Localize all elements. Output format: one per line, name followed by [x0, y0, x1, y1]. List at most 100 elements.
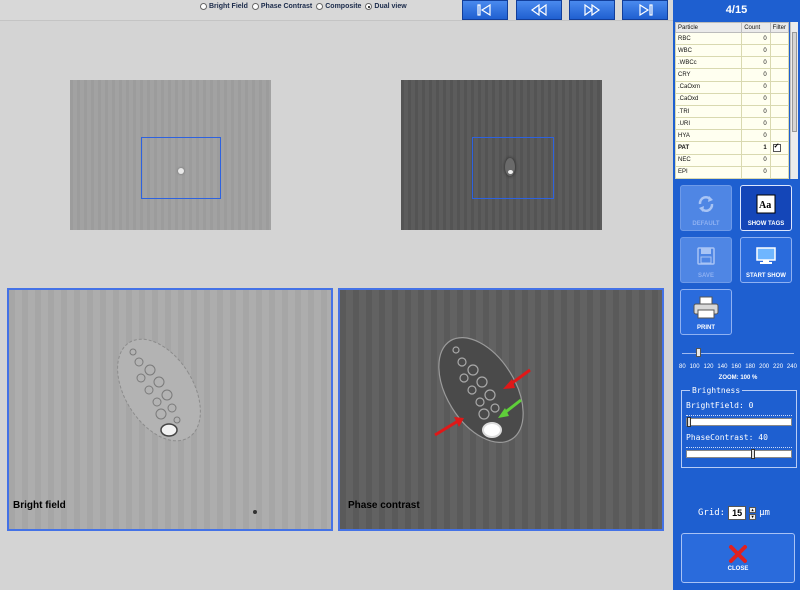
- next-icon: [584, 4, 601, 16]
- stepper-up-icon[interactable]: ▲: [749, 506, 757, 513]
- zoom-slider[interactable]: 80 100 120 140 160 180 200 220 240 ZOOM: 100 %: [679, 346, 797, 386]
- particle-row[interactable]: PAT 1: [674, 141, 790, 155]
- particle-name: .CaOxd: [674, 92, 743, 106]
- brightfield-label: BrightField: 0: [686, 401, 754, 410]
- table-scrollbar[interactable]: [790, 22, 798, 179]
- particle-filter-cell: [769, 56, 790, 70]
- radio-bright-field[interactable]: [200, 3, 207, 10]
- zoom-tick-label: 180: [745, 364, 756, 370]
- view-mode-phase-contrast[interactable]: Phase Contrast: [251, 3, 312, 10]
- column-header-filter[interactable]: Filter: [769, 22, 790, 33]
- column-header-particle[interactable]: Particle: [674, 22, 743, 33]
- particle-row[interactable]: .WBCc 0: [674, 56, 790, 70]
- stepper-down-icon[interactable]: ▼: [749, 513, 757, 520]
- particle-name: .CaOxm: [674, 80, 743, 94]
- particle-filter-cell: [769, 68, 790, 82]
- particle-count: 0: [741, 44, 771, 58]
- panel-label: Phase contrast: [348, 500, 420, 511]
- particle-filter-cell: [769, 80, 790, 94]
- brightfield-slider[interactable]: BrightField: 0: [686, 401, 792, 427]
- image-counter: 4/15: [673, 0, 800, 20]
- scrollbar-thumb[interactable]: [792, 32, 797, 132]
- svg-text:Aa: Aa: [759, 200, 771, 211]
- previous-image-button[interactable]: [516, 0, 562, 20]
- zoom-tick-label: 220: [773, 364, 784, 370]
- view-mode-bright-field[interactable]: Bright Field: [200, 3, 248, 10]
- column-header-count[interactable]: Count: [741, 22, 771, 33]
- brightfield-knob[interactable]: [687, 417, 691, 427]
- first-image-button[interactable]: [462, 0, 508, 20]
- zoom-tick-label: 240: [786, 364, 797, 370]
- particle-name: PAT: [674, 141, 743, 155]
- view-mode-composite[interactable]: Composite: [316, 3, 361, 10]
- view-mode-label: Composite: [325, 3, 362, 10]
- start-show-button[interactable]: START SHOW: [740, 237, 792, 283]
- phasecontrast-track[interactable]: [686, 449, 792, 459]
- printer-icon: [693, 296, 719, 318]
- button-label: START SHOW: [746, 273, 786, 279]
- particle-row[interactable]: .CaOxm 0: [674, 80, 790, 94]
- phasecontrast-label: PhaseContrast: 40: [686, 433, 768, 442]
- particle-name: WBC: [674, 44, 743, 58]
- particle-filter-cell: [769, 141, 790, 155]
- grid-stepper[interactable]: ▲ ▼: [749, 506, 757, 520]
- thumbnail-bright-field[interactable]: [70, 80, 271, 230]
- particle-row[interactable]: .TRI 0: [674, 104, 790, 119]
- view-mode-group: Bright Field Phase Contrast Composite Du…: [200, 3, 407, 10]
- phase-contrast-panel[interactable]: Phase contrast: [338, 288, 664, 531]
- zoom-slider-thumb[interactable]: [695, 348, 701, 357]
- text-tags-icon: Aa: [756, 194, 776, 213]
- cell-spot: [508, 170, 513, 174]
- particle-name: RBC: [674, 31, 743, 46]
- save-button[interactable]: SAVE: [680, 237, 732, 283]
- particle-row[interactable]: RBC 0: [674, 31, 790, 46]
- particle-row[interactable]: NEC 0: [674, 153, 790, 167]
- particle-name: .TRI: [674, 104, 743, 119]
- radio-phase-contrast[interactable]: [251, 3, 259, 10]
- zoom-tick-label: 80: [679, 364, 686, 370]
- cell-spot: [178, 168, 184, 174]
- phasecontrast-knob[interactable]: [751, 449, 755, 459]
- view-mode-dual-view[interactable]: Dual view: [365, 3, 407, 10]
- particle-count: 0: [741, 80, 771, 94]
- phasecontrast-slider[interactable]: PhaseContrast: 40: [686, 433, 792, 459]
- grid-size-input[interactable]: 15: [728, 506, 747, 520]
- particle-filter-cell: [769, 92, 790, 106]
- close-button[interactable]: CLOSE: [681, 533, 795, 583]
- particle-name: .URI: [674, 117, 743, 131]
- radio-composite[interactable]: [316, 3, 324, 10]
- button-label: DEFAULT: [692, 221, 720, 227]
- particle-name: EPI: [674, 165, 743, 180]
- brightfield-track[interactable]: [686, 417, 792, 427]
- show-tags-button[interactable]: Aa SHOW TAGS: [740, 185, 792, 231]
- view-mode-label: Bright Field: [209, 3, 248, 10]
- next-image-button[interactable]: [569, 0, 615, 20]
- floppy-disk-icon: [697, 246, 715, 265]
- thumbnail-phase-contrast[interactable]: [401, 80, 602, 230]
- particle-count: 0: [741, 117, 771, 131]
- particle-row[interactable]: .CaOxd 0: [674, 92, 790, 106]
- radio-dual-view[interactable]: [365, 3, 373, 10]
- particle-row[interactable]: HYA 0: [674, 129, 790, 143]
- particle-count: 0: [741, 129, 771, 143]
- particle-count: 0: [741, 56, 771, 70]
- particle-name: HYA: [674, 129, 743, 143]
- filter-checkbox[interactable]: [772, 142, 781, 152]
- button-label: SHOW TAGS: [747, 221, 785, 227]
- particle-name: CRY: [674, 68, 743, 82]
- zoom-label: ZOOM: 100 %: [718, 375, 758, 381]
- slider-ticks: [686, 411, 792, 416]
- grid-unit: µm: [759, 508, 770, 518]
- particle-row[interactable]: CRY 0: [674, 68, 790, 82]
- slider-ticks: [686, 443, 792, 448]
- particle-row[interactable]: .URI 0: [674, 117, 790, 131]
- close-x-icon: [729, 545, 747, 563]
- previous-icon: [530, 4, 547, 16]
- particle-row[interactable]: WBC 0: [674, 44, 790, 58]
- default-button[interactable]: DEFAULT: [680, 185, 732, 231]
- particle-count: 0: [741, 31, 771, 46]
- print-button[interactable]: PRINT: [680, 289, 732, 335]
- last-image-button[interactable]: [622, 0, 668, 20]
- bright-field-panel[interactable]: Bright field: [7, 288, 333, 531]
- particle-row[interactable]: EPI 0: [674, 165, 790, 180]
